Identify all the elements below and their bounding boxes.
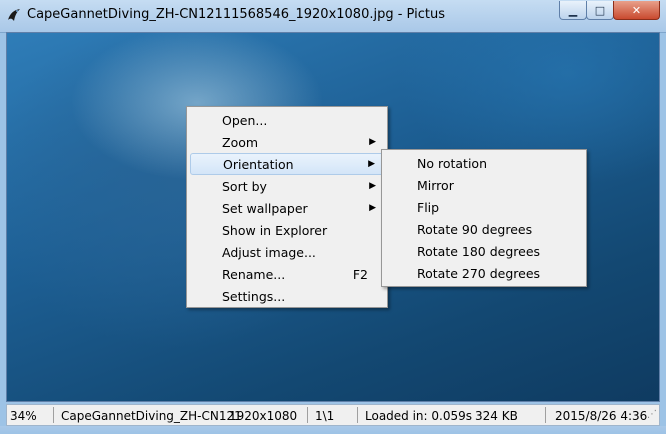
window-bottom-frame xyxy=(0,426,666,434)
menu-item-label: Sort by xyxy=(222,178,267,194)
submenu-arrow-icon: ▶ xyxy=(368,159,375,169)
submenu-item-flip[interactable]: Flip xyxy=(385,196,583,218)
submenu-item-label: Rotate 90 degrees xyxy=(417,221,533,237)
menu-item-shortcut: F2 xyxy=(352,266,368,282)
status-divider xyxy=(53,407,54,423)
status-load-time: Loaded in: 0.059s xyxy=(365,409,473,423)
submenu-arrow-icon: ▶ xyxy=(369,203,376,213)
status-bar: 34% CapeGannetDiving_ZH-CN121 1920x1080 … xyxy=(6,404,660,426)
menu-item-label: Settings... xyxy=(222,288,286,304)
orientation-submenu: No rotation Mirror Flip Rotate 90 degree… xyxy=(381,149,587,287)
close-button[interactable]: ✕ xyxy=(613,1,660,20)
window-title: CapeGannetDiving_ZH-CN12111568546_1920x1… xyxy=(27,7,445,22)
submenu-item-rotate-180[interactable]: Rotate 180 degrees xyxy=(385,240,583,262)
context-menu: Open... Zoom ▶ Orientation ▶ Sort by ▶ S… xyxy=(186,106,388,308)
menu-item-label: Rename... xyxy=(222,266,286,282)
submenu-item-label: Rotate 180 degrees xyxy=(417,243,541,259)
submenu-item-label: Rotate 270 degrees xyxy=(417,265,541,281)
submenu-item-label: No rotation xyxy=(417,155,487,171)
menu-item-label: Set wallpaper xyxy=(222,200,308,216)
menu-item-adjust-image[interactable]: Adjust image... xyxy=(190,241,384,263)
menu-item-orientation[interactable]: Orientation ▶ xyxy=(190,153,384,175)
status-index: 1\1 xyxy=(315,409,335,423)
status-date: 2015/8/26 4:36 xyxy=(555,409,648,423)
menu-item-show-in-explorer[interactable]: Show in Explorer xyxy=(190,219,384,241)
menu-item-sort-by[interactable]: Sort by ▶ xyxy=(190,175,384,197)
menu-item-label: Open... xyxy=(222,112,268,128)
submenu-item-no-rotation[interactable]: No rotation xyxy=(385,152,583,174)
submenu-arrow-icon: ▶ xyxy=(369,137,376,147)
submenu-item-rotate-270[interactable]: Rotate 270 degrees xyxy=(385,262,583,284)
menu-item-label: Zoom xyxy=(222,134,259,150)
minimize-button[interactable]: ▁ xyxy=(559,1,587,20)
menu-item-rename[interactable]: Rename... F2 xyxy=(190,263,384,285)
submenu-item-rotate-90[interactable]: Rotate 90 degrees xyxy=(385,218,583,240)
menu-item-open[interactable]: Open... xyxy=(190,109,384,131)
menu-item-label: Adjust image... xyxy=(222,244,316,260)
pictus-app-icon xyxy=(8,9,20,21)
submenu-arrow-icon: ▶ xyxy=(369,181,376,191)
title-bar[interactable]: CapeGannetDiving_ZH-CN12111568546_1920x1… xyxy=(0,0,666,33)
status-divider xyxy=(307,407,308,423)
menu-item-set-wallpaper[interactable]: Set wallpaper ▶ xyxy=(190,197,384,219)
status-divider xyxy=(357,407,358,423)
resize-grip-icon[interactable]: ⋰ xyxy=(647,409,657,420)
status-zoom: 34% xyxy=(10,409,37,423)
menu-item-label: Show in Explorer xyxy=(222,222,328,238)
submenu-item-label: Mirror xyxy=(417,177,454,193)
maximize-button[interactable]: □ xyxy=(586,1,614,20)
menu-item-zoom[interactable]: Zoom ▶ xyxy=(190,131,384,153)
submenu-item-mirror[interactable]: Mirror xyxy=(385,174,583,196)
status-file-size: 324 KB xyxy=(475,409,518,423)
menu-item-settings[interactable]: Settings... xyxy=(190,285,384,307)
submenu-item-label: Flip xyxy=(417,199,440,215)
menu-item-label: Orientation xyxy=(223,156,294,172)
status-dimensions: 1920x1080 xyxy=(229,409,298,423)
status-divider xyxy=(545,407,546,423)
status-filename: CapeGannetDiving_ZH-CN121 xyxy=(61,409,242,423)
